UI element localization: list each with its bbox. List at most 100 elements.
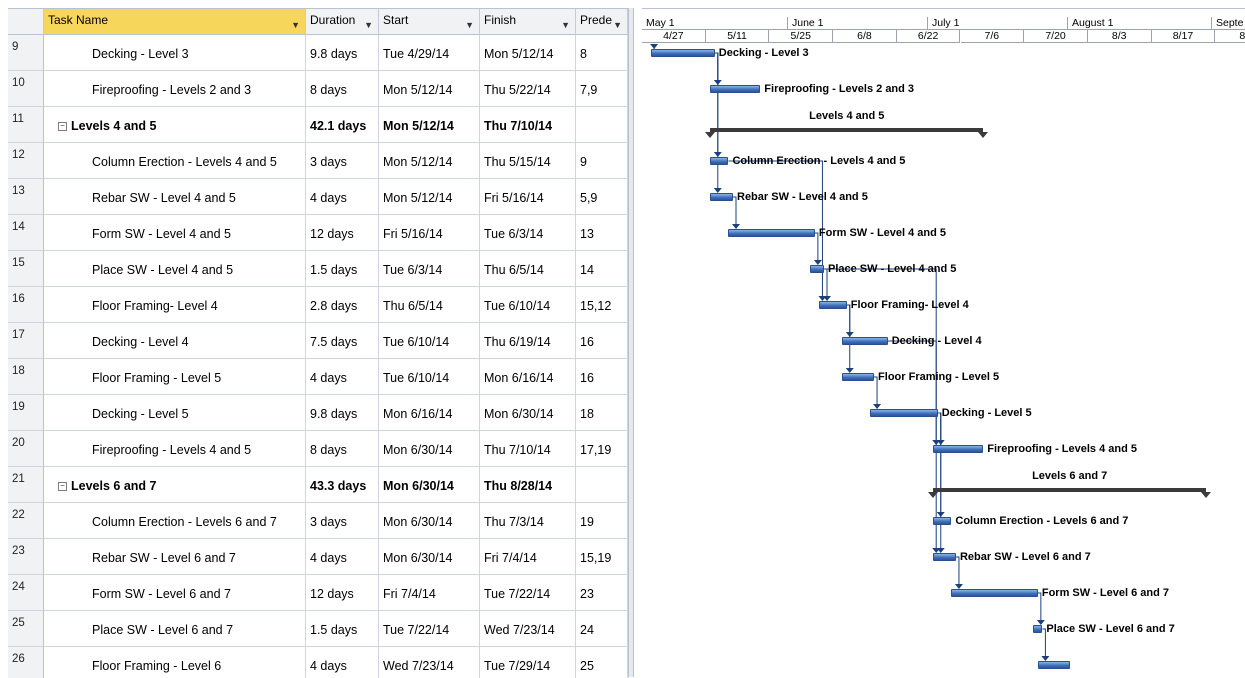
task-bar[interactable] — [1037, 661, 1070, 669]
row-id-header[interactable] — [8, 9, 44, 35]
duration-cell[interactable]: 9.8 days — [306, 35, 379, 71]
finish-cell[interactable]: Thu 8/28/14 — [480, 467, 576, 503]
task-bar[interactable] — [951, 589, 1038, 597]
duration-cell[interactable]: 4 days — [306, 539, 379, 575]
filter-dropdown-icon[interactable]: ▼ — [465, 20, 474, 30]
start-cell[interactable]: Mon 6/16/14 — [379, 395, 480, 431]
summary-bar[interactable] — [933, 488, 1207, 492]
duration-cell[interactable]: 3 days — [306, 503, 379, 539]
name-cell[interactable]: Floor Framing - Level 5 — [44, 359, 306, 395]
name-cell[interactable]: Column Erection - Levels 4 and 5 — [44, 143, 306, 179]
pred-cell[interactable]: 18 — [576, 395, 628, 431]
duration-cell[interactable]: 42.1 days — [306, 107, 379, 143]
row-number[interactable]: 24 — [8, 575, 44, 611]
pred-cell[interactable]: 16 — [576, 359, 628, 395]
task-bar[interactable] — [869, 409, 938, 417]
start-cell[interactable]: Mon 5/12/14 — [379, 143, 480, 179]
pred-cell[interactable]: 13 — [576, 215, 628, 251]
start-cell[interactable]: Tue 6/10/14 — [379, 323, 480, 359]
finish-cell[interactable]: Thu 6/19/14 — [480, 323, 576, 359]
pred-cell[interactable]: 9 — [576, 143, 628, 179]
row-number[interactable]: 10 — [8, 71, 44, 107]
start-cell[interactable]: Fri 7/4/14 — [379, 575, 480, 611]
name-cell[interactable]: Fireproofing - Levels 4 and 5 — [44, 431, 306, 467]
start-cell[interactable]: Mon 5/12/14 — [379, 179, 480, 215]
duration-cell[interactable]: 2.8 days — [306, 287, 379, 323]
finish-cell[interactable]: Thu 6/5/14 — [480, 251, 576, 287]
finish-cell[interactable]: Tue 6/10/14 — [480, 287, 576, 323]
name-cell[interactable]: Column Erection - Levels 6 and 7 — [44, 503, 306, 539]
name-cell[interactable]: Rebar SW - Level 4 and 5 — [44, 179, 306, 215]
finish-cell[interactable]: Thu 7/3/14 — [480, 503, 576, 539]
summary-bar[interactable] — [710, 128, 984, 132]
finish-cell[interactable]: Mon 5/12/14 — [480, 35, 576, 71]
name-cell[interactable]: Decking - Level 4 — [44, 323, 306, 359]
finish-cell[interactable]: Thu 7/10/14 — [480, 431, 576, 467]
duration-cell[interactable]: 43.3 days — [306, 467, 379, 503]
finish-cell[interactable]: Thu 7/10/14 — [480, 107, 576, 143]
finish-cell[interactable]: Mon 6/16/14 — [480, 359, 576, 395]
filter-dropdown-icon[interactable]: ▼ — [291, 20, 300, 30]
filter-dropdown-icon[interactable]: ▼ — [561, 20, 570, 30]
start-cell[interactable]: Tue 6/3/14 — [379, 251, 480, 287]
row-number[interactable]: 14 — [8, 215, 44, 251]
row-number[interactable]: 18 — [8, 359, 44, 395]
pred-cell[interactable]: 14 — [576, 251, 628, 287]
duration-column-header[interactable]: Duration ▼ — [306, 9, 379, 35]
row-number[interactable]: 15 — [8, 251, 44, 287]
start-cell[interactable]: Wed 7/23/14 — [379, 647, 480, 678]
row-number[interactable]: 26 — [8, 647, 44, 678]
duration-cell[interactable]: 8 days — [306, 71, 379, 107]
name-cell[interactable]: − Levels 4 and 5 — [44, 107, 306, 143]
table-row[interactable]: 18 Floor Framing - Level 5 4 days Tue 6/10/… — [8, 359, 628, 395]
predecessors-column-header[interactable]: Prede ▼ — [576, 9, 628, 35]
collapse-toggle-icon[interactable]: − — [58, 482, 67, 491]
row-number[interactable]: 22 — [8, 503, 44, 539]
duration-cell[interactable]: 8 days — [306, 431, 379, 467]
pred-cell[interactable] — [576, 107, 628, 143]
row-number[interactable]: 12 — [8, 143, 44, 179]
task-bar[interactable] — [710, 157, 729, 165]
finish-cell[interactable]: Fri 5/16/14 — [480, 179, 576, 215]
task-bar[interactable] — [710, 85, 761, 93]
table-row[interactable]: 26 Floor Framing - Level 6 4 days Wed 7/23/… — [8, 647, 628, 678]
finish-cell[interactable]: Fri 7/4/14 — [480, 539, 576, 575]
row-number[interactable]: 25 — [8, 611, 44, 647]
name-cell[interactable]: Form SW - Level 4 and 5 — [44, 215, 306, 251]
task-bar[interactable] — [933, 553, 956, 561]
finish-cell[interactable]: Mon 6/30/14 — [480, 395, 576, 431]
finish-cell[interactable]: Tue 6/3/14 — [480, 215, 576, 251]
row-number[interactable]: 11 — [8, 107, 44, 143]
pred-cell[interactable]: 16 — [576, 323, 628, 359]
task-bar[interactable] — [651, 49, 715, 57]
duration-cell[interactable]: 12 days — [306, 215, 379, 251]
task-bar[interactable] — [1033, 625, 1043, 633]
row-number[interactable]: 13 — [8, 179, 44, 215]
name-cell[interactable]: Place SW - Level 4 and 5 — [44, 251, 306, 287]
view-splitter[interactable] — [628, 8, 634, 677]
row-number[interactable]: 19 — [8, 395, 44, 431]
task-bar[interactable] — [842, 373, 875, 381]
pred-cell[interactable]: 25 — [576, 647, 628, 678]
row-number[interactable]: 20 — [8, 431, 44, 467]
duration-cell[interactable]: 4 days — [306, 359, 379, 395]
start-cell[interactable]: Mon 5/12/14 — [379, 71, 480, 107]
table-row[interactable]: 23 Rebar SW - Level 6 and 7 4 days Mon 6/30… — [8, 539, 628, 575]
finish-cell[interactable]: Thu 5/15/14 — [480, 143, 576, 179]
start-cell[interactable]: Mon 6/30/14 — [379, 467, 480, 503]
filter-dropdown-icon[interactable]: ▼ — [364, 20, 373, 30]
name-cell[interactable]: Decking - Level 3 — [44, 35, 306, 71]
table-row[interactable]: 19 Decking - Level 5 9.8 days Mon 6/16/14 Mo… — [8, 395, 628, 431]
collapse-toggle-icon[interactable]: − — [58, 122, 67, 131]
finish-cell[interactable]: Wed 7/23/14 — [480, 611, 576, 647]
table-row[interactable]: 14 Form SW - Level 4 and 5 12 days Fri 5/16… — [8, 215, 628, 251]
duration-cell[interactable]: 4 days — [306, 647, 379, 678]
start-cell[interactable]: Mon 6/30/14 — [379, 539, 480, 575]
name-cell[interactable]: Floor Framing- Level 4 — [44, 287, 306, 323]
duration-cell[interactable]: 4 days — [306, 179, 379, 215]
row-number[interactable]: 23 — [8, 539, 44, 575]
task-bar[interactable] — [819, 301, 847, 309]
start-cell[interactable]: Thu 6/5/14 — [379, 287, 480, 323]
task-bar[interactable] — [710, 193, 733, 201]
finish-cell[interactable]: Tue 7/29/14 — [480, 647, 576, 678]
